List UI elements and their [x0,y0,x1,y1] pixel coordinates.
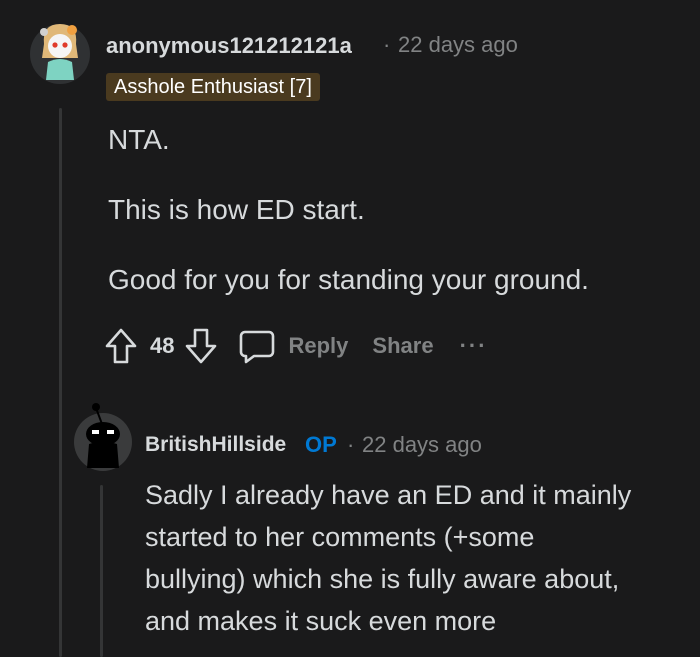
comment-paragraph: Good for you for standing your ground. [108,264,589,295]
thread-line-main[interactable] [59,108,62,657]
downvote-icon[interactable] [184,327,218,365]
comment-username[interactable]: anonymous121212121a [106,33,352,59]
comment-actions: 48 Reply Share ··· [104,326,488,366]
reply-user-avatar[interactable] [72,400,134,472]
reply-icon[interactable] [238,327,276,365]
comment-paragraph: NTA. [108,124,170,155]
reply-line: bullying) which she is fully aware about… [145,564,620,594]
comment-paragraph: This is how ED start. [108,194,365,225]
more-options-button[interactable]: ··· [460,333,488,359]
user-avatar[interactable] [28,14,92,88]
reply-timestamp[interactable]: 22 days ago [362,432,482,458]
reply-line: Sadly I already have an ED and it mainly [145,480,632,510]
reply-line: started to her comments (+some [145,522,535,552]
user-flair: Asshole Enthusiast [7] [106,73,320,101]
vote-count: 48 [150,333,175,358]
share-button[interactable]: Share [372,333,433,359]
reply-button[interactable]: Reply [288,333,348,359]
upvote-icon[interactable] [104,327,138,365]
comment-separator: · [383,32,391,57]
reply-separator: · [347,432,355,457]
op-badge: OP [305,432,337,457]
thread-line-reply[interactable] [100,485,103,657]
reply-username[interactable]: BritishHillside [145,433,286,457]
reply-line: and makes it suck even more [145,606,497,636]
comment-timestamp[interactable]: 22 days ago [398,32,518,58]
